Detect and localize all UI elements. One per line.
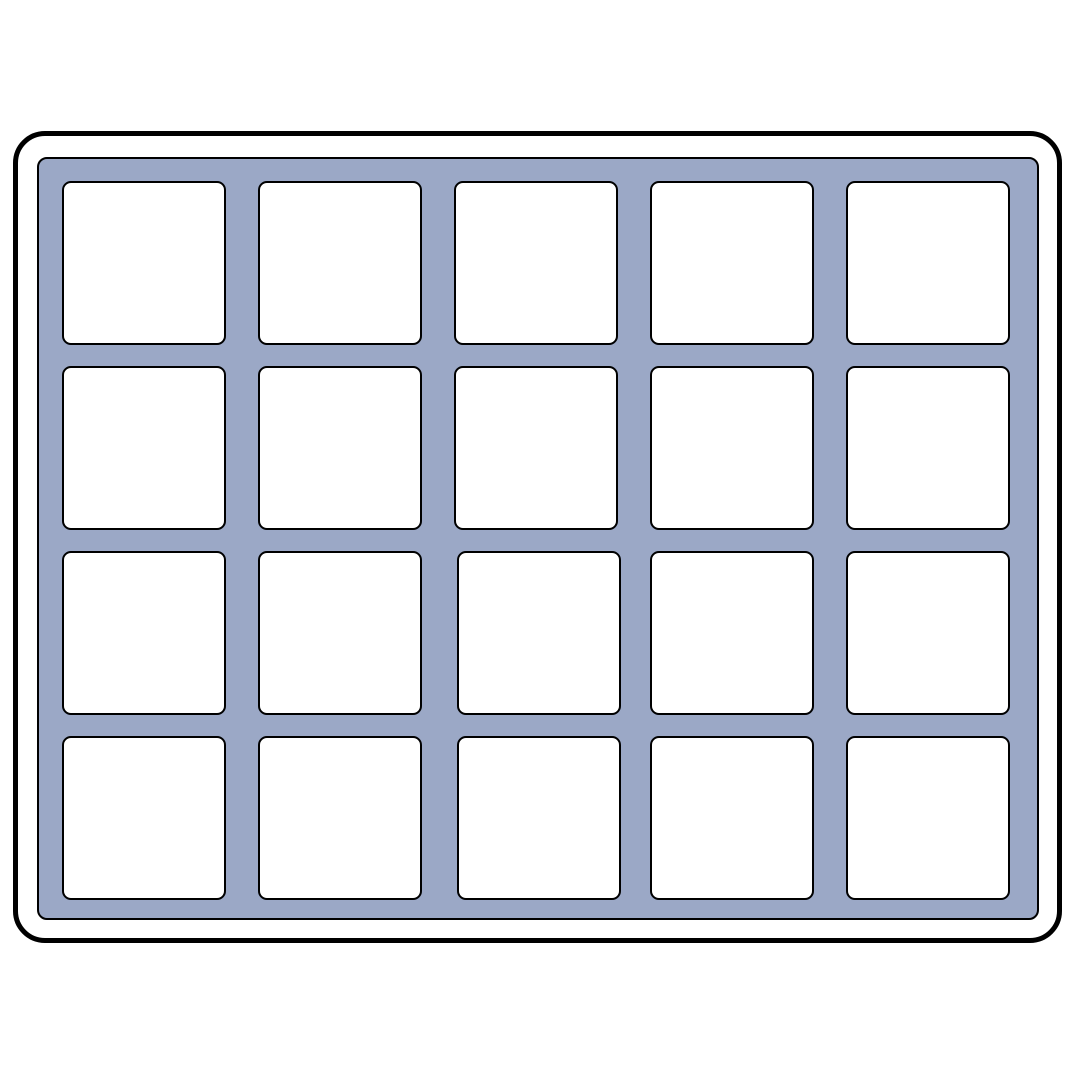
grid-cell-r1-c3[interactable] (454, 181, 618, 345)
tray (37, 157, 1039, 920)
canvas (0, 0, 1080, 1080)
grid-cell-r2-c5[interactable] (846, 366, 1010, 530)
grid-cell-r4-c2[interactable] (258, 736, 422, 900)
grid-cell-r1-c2[interactable] (258, 181, 422, 345)
grid-cell-r3-c1[interactable] (62, 551, 226, 715)
grid-cell-r4-c3[interactable] (457, 736, 621, 900)
grid-cell-r1-c5[interactable] (846, 181, 1010, 345)
grid-cell-r1-c1[interactable] (62, 181, 226, 345)
grid-cell-r2-c4[interactable] (650, 366, 814, 530)
grid-cell-r2-c3[interactable] (454, 366, 618, 530)
grid-cell-r2-c1[interactable] (62, 366, 226, 530)
grid-cell-r4-c4[interactable] (650, 736, 814, 900)
grid-cell-r1-c4[interactable] (650, 181, 814, 345)
grid-cell-r4-c5[interactable] (846, 736, 1010, 900)
grid-cell-r2-c2[interactable] (258, 366, 422, 530)
grid-cell-r4-c1[interactable] (62, 736, 226, 900)
grid-cell-r3-c4[interactable] (650, 551, 814, 715)
grid-cell-r3-c3[interactable] (457, 551, 621, 715)
grid-cell-r3-c2[interactable] (258, 551, 422, 715)
grid-cell-r3-c5[interactable] (846, 551, 1010, 715)
